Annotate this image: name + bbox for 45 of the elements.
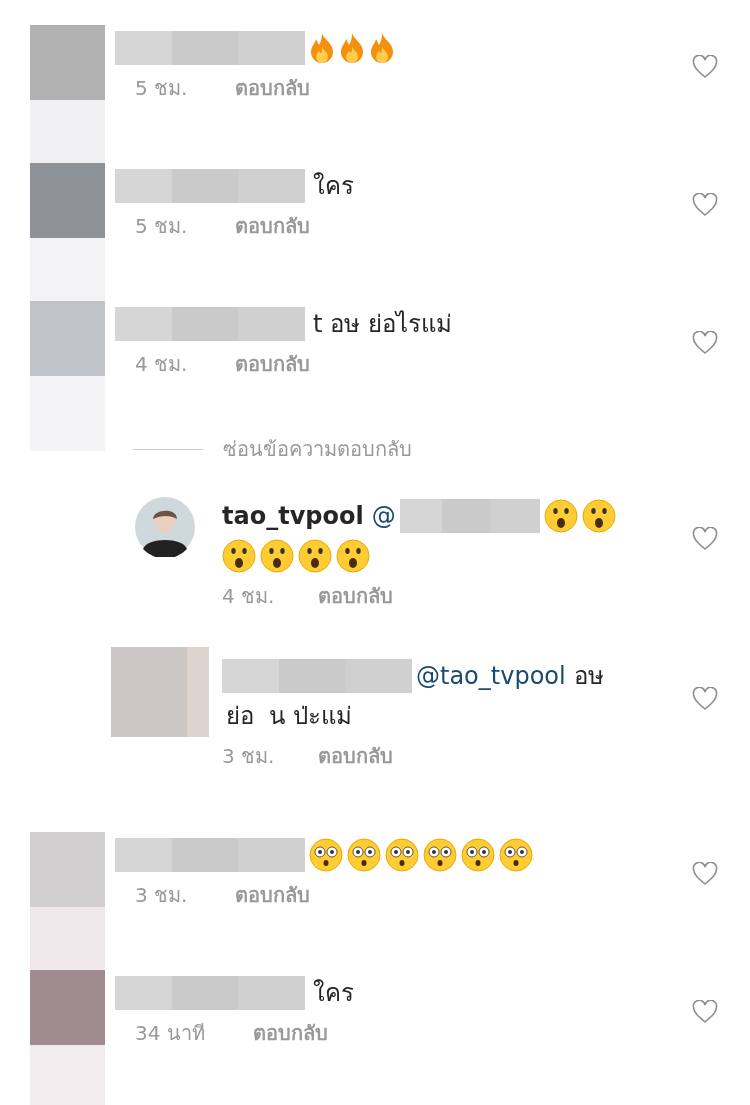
astonished-face-icon: [581, 499, 616, 533]
astonished-face-icon: [298, 539, 332, 573]
comment-time: 5 ชม.: [135, 75, 188, 102]
username-link[interactable]: tao_tvpool: [222, 501, 364, 531]
comment-time: 4 ชม.: [135, 351, 188, 378]
reply-button[interactable]: ตอบกลับ: [318, 741, 394, 771]
reply-button[interactable]: ตอบกลับ: [235, 880, 311, 910]
reply-button[interactable]: ตอบกลับ: [235, 211, 311, 241]
comment-text: ย่อ น ป่ะแม่: [226, 701, 352, 731]
fire-icon: [339, 32, 365, 64]
like-heart-icon[interactable]: [692, 527, 718, 551]
reply-button[interactable]: ตอบกลับ: [235, 349, 311, 379]
like-heart-icon[interactable]: [692, 862, 718, 886]
comment-text: ใคร: [313, 978, 354, 1008]
flushed-face-icon: [423, 838, 457, 872]
like-heart-icon[interactable]: [692, 55, 718, 79]
comment-time: 34 นาที: [135, 1020, 205, 1047]
hide-replies-button[interactable]: ซ่อนข้อความตอบกลับ: [223, 434, 412, 464]
flushed-face-icon: [347, 838, 381, 872]
fire-icon: [309, 32, 335, 64]
comment-text: ใคร: [313, 171, 354, 201]
comment-time: 5 ชม.: [135, 213, 188, 240]
flushed-face-icon: [385, 838, 419, 872]
like-heart-icon[interactable]: [692, 331, 718, 355]
astonished-face-icon: [222, 539, 256, 573]
like-heart-icon[interactable]: [692, 1000, 718, 1024]
mention-link[interactable]: @tao_tvpool: [416, 661, 566, 691]
flushed-face-icon: [461, 838, 495, 872]
reply-button[interactable]: ตอบกลับ: [252, 1018, 328, 1048]
reply-button[interactable]: ตอบกลับ: [318, 581, 394, 611]
comment-text: อษ: [573, 661, 604, 691]
comment-time: 3 ชม.: [222, 743, 275, 770]
mention-link[interactable]: @: [371, 501, 396, 531]
flushed-face-icon: [499, 838, 533, 872]
comment-text: t อษ ย่อไรแม่: [313, 309, 452, 339]
astonished-face-icon: [336, 539, 370, 573]
like-heart-icon[interactable]: [692, 687, 718, 711]
comment-time: 3 ชม.: [135, 882, 188, 909]
comment-time: 4 ชม.: [222, 583, 275, 610]
astonished-face-icon: [543, 499, 578, 533]
fire-icon: [369, 32, 395, 64]
astonished-face-icon: [260, 539, 294, 573]
reply-button[interactable]: ตอบกลับ: [235, 73, 311, 103]
flushed-face-icon: [309, 838, 343, 872]
like-heart-icon[interactable]: [692, 193, 718, 217]
